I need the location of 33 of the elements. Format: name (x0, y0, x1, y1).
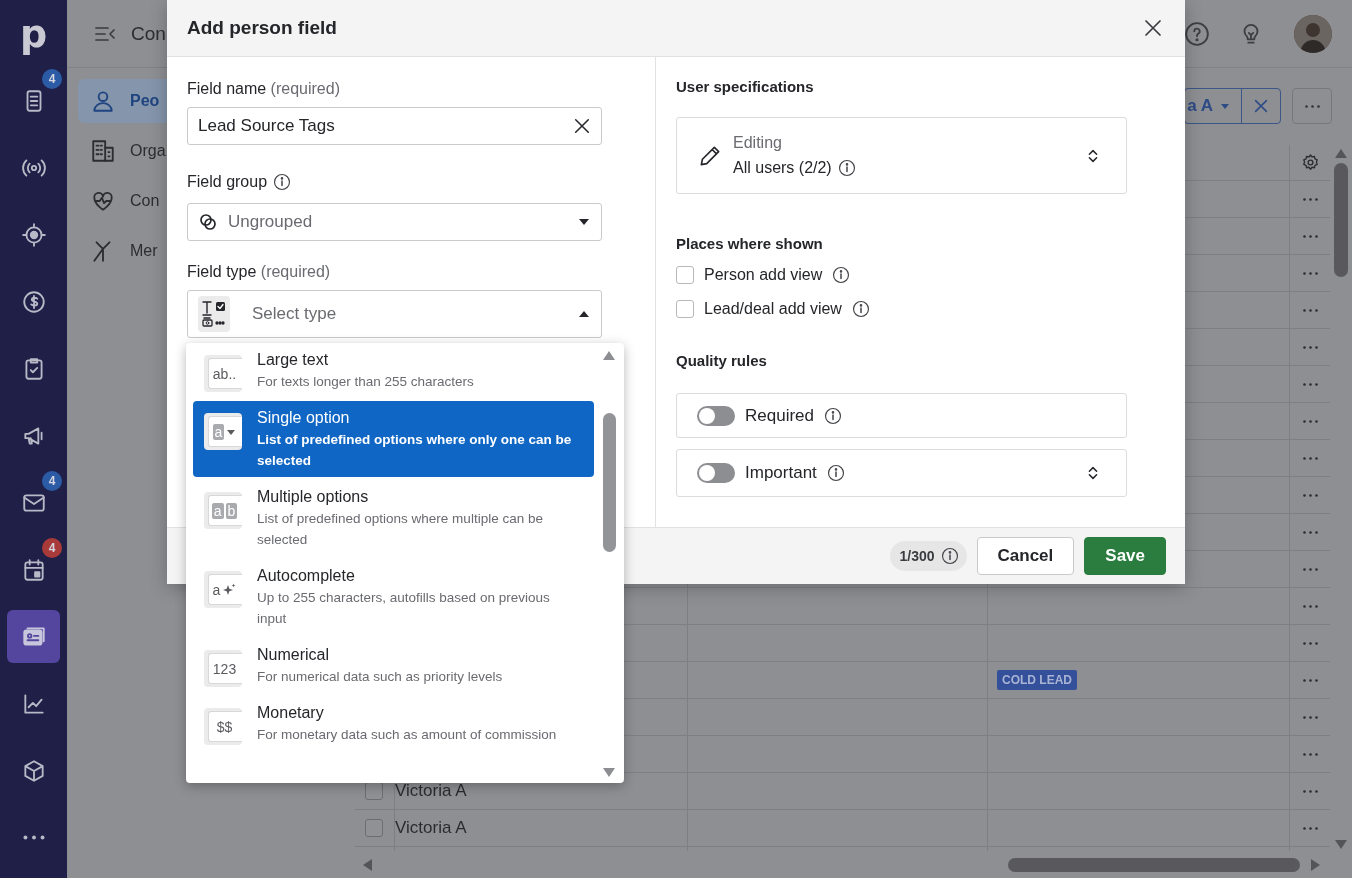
select-label: Editing (733, 134, 783, 152)
option-description: For numerical data such as priority levels (257, 668, 503, 686)
option-title: Monetary (257, 703, 325, 723)
section-heading: Quality rules (676, 352, 768, 369)
dialog-title: Add person field (187, 17, 338, 39)
option-title: Single option (257, 408, 351, 428)
toggle-label: Important (745, 463, 817, 483)
label-tag: COLD LEAD (997, 670, 1077, 690)
option-description: List of predefined options where only one can be selected (257, 431, 573, 470)
type-icon: a b (204, 492, 242, 529)
count-badge: 4 (42, 538, 62, 558)
option-title: Autocomplete (257, 566, 356, 586)
count-badge: 4 (42, 471, 62, 491)
type-icon: a (204, 413, 242, 450)
option-title: Numerical (257, 645, 330, 665)
option-description: List of predefined options where multiple can be selected (257, 510, 544, 549)
type-icon: 123 (204, 650, 242, 687)
option-description: For texts longer than 255 characters (257, 373, 474, 391)
field-label: Field group (187, 173, 268, 191)
page-title: Con (131, 22, 166, 45)
option-description: For monetary data such as amount of commission (257, 726, 557, 744)
field-label: Field name (required) (187, 80, 340, 98)
option-title: Multiple options (257, 487, 370, 507)
option-description: Up to 255 characters, autofills based on previous input (257, 589, 551, 628)
toggle-label: Required (745, 405, 814, 426)
count-badge: 4 (42, 69, 62, 89)
field-label: Field type (required) (187, 263, 331, 281)
section-heading: User specifications (676, 78, 815, 95)
option-title: Large text (257, 350, 330, 370)
type-icon: $$ (204, 708, 242, 745)
select-value: All users (2/2) (733, 159, 832, 177)
counter-text: 1/300 (899, 548, 935, 564)
section-heading: Places where shown (676, 235, 824, 252)
